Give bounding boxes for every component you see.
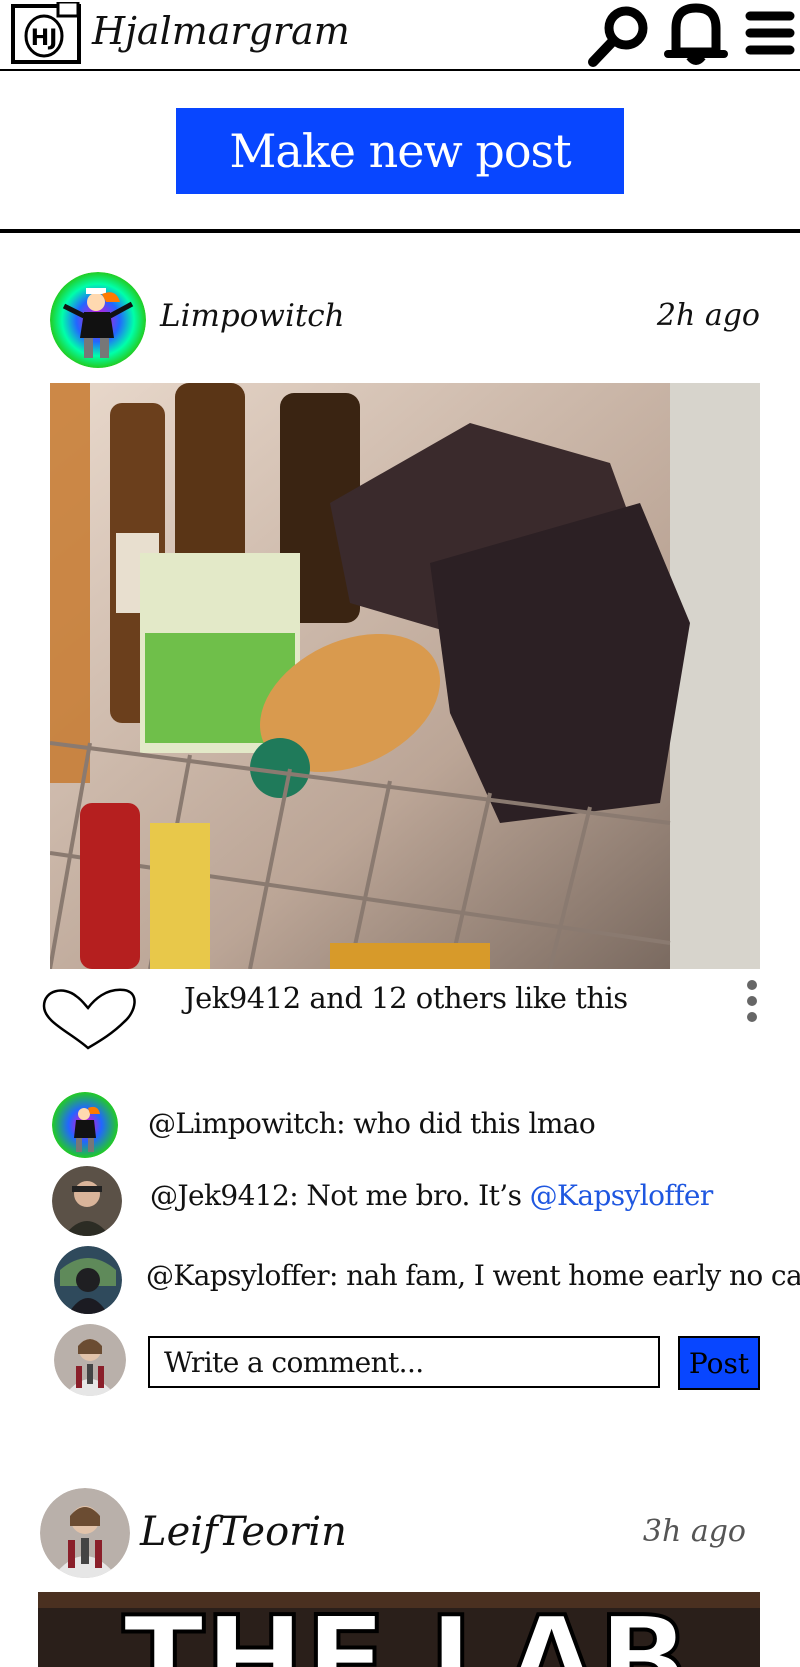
- post-time: 3h ago: [642, 1514, 746, 1549]
- comment-text: @Jek9412: Not me bro. It’s @Kapsyloffer: [150, 1179, 714, 1212]
- like-heart-icon[interactable]: [40, 982, 140, 1052]
- comment-input[interactable]: [148, 1336, 660, 1388]
- post-username[interactable]: Limpowitch: [160, 296, 345, 336]
- app-logo[interactable]: HJ: [10, 0, 84, 66]
- post-photo[interactable]: [50, 383, 760, 969]
- header-divider: [0, 69, 800, 71]
- app-title: Hjalmargram: [92, 9, 350, 53]
- post-author-avatar[interactable]: [50, 272, 146, 368]
- section-divider: [0, 229, 800, 233]
- comment-avatar[interactable]: [52, 1166, 122, 1236]
- bell-icon[interactable]: [662, 2, 730, 68]
- post-author-avatar[interactable]: [40, 1488, 130, 1578]
- comment-text: @Limpowitch: who did this lmao: [148, 1107, 596, 1140]
- post-time: 2h ago: [656, 298, 760, 333]
- make-new-post-button[interactable]: Make new post: [176, 108, 624, 194]
- svg-text:THE LAB: THE LAB: [123, 1592, 690, 1667]
- likes-summary[interactable]: Jek9412 and 12 others like this: [184, 978, 628, 1018]
- post-photo[interactable]: THE LAB: [38, 1592, 760, 1667]
- current-user-avatar[interactable]: [54, 1324, 126, 1396]
- post-username[interactable]: LeifTeorin: [140, 1506, 347, 1558]
- user-mention-link[interactable]: @Kapsyloffer: [530, 1179, 714, 1212]
- search-icon[interactable]: [586, 4, 652, 68]
- comment-avatar[interactable]: [54, 1246, 122, 1314]
- svg-text:HJ: HJ: [31, 26, 58, 51]
- comment-avatar[interactable]: [52, 1092, 118, 1158]
- post-comment-button[interactable]: Post: [678, 1336, 760, 1390]
- menu-icon[interactable]: [742, 8, 798, 58]
- more-options-icon[interactable]: [740, 978, 764, 1024]
- comment-text: @Kapsyloffer: nah fam, I went home early…: [146, 1259, 800, 1292]
- app-header: HJ Hjalmargram: [0, 0, 800, 70]
